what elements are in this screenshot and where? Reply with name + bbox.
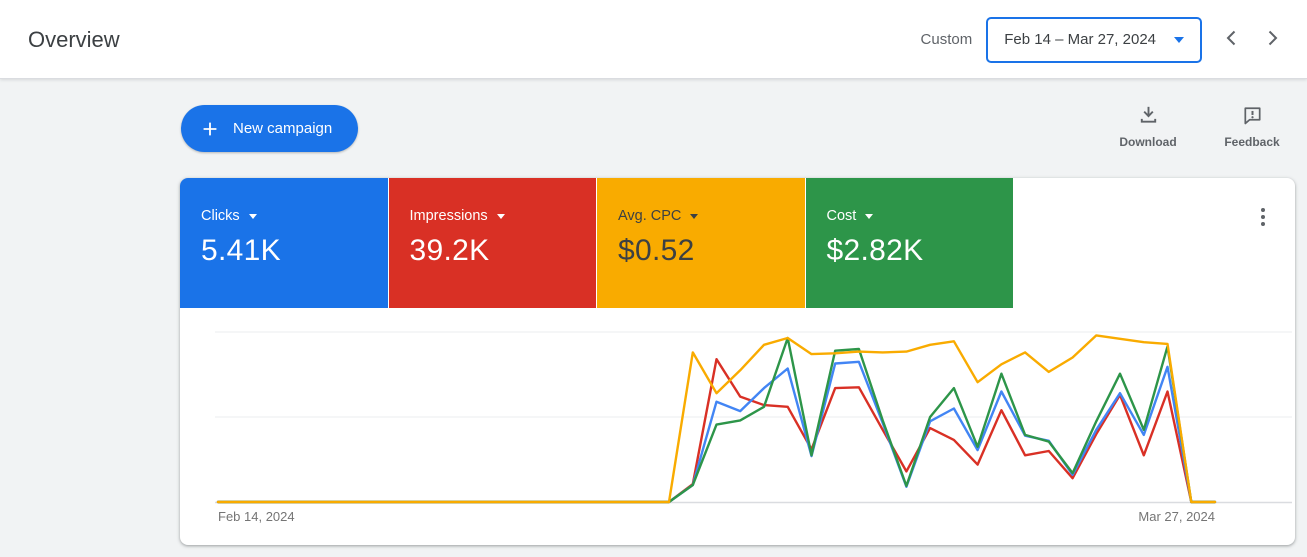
feedback-bubble-icon <box>1241 103 1264 129</box>
chevron-left-icon <box>1220 26 1244 53</box>
chart-series-group <box>216 334 1217 504</box>
card-actions: Download Feedback <box>1113 103 1287 149</box>
download-icon <box>1137 103 1160 129</box>
feedback-button[interactable]: Feedback <box>1217 103 1287 149</box>
date-range-controls: Custom Feb 14 – Mar 27, 2024 <box>921 0 1292 79</box>
next-period-button[interactable] <box>1252 20 1292 60</box>
feedback-label: Feedback <box>1224 135 1280 149</box>
download-label: Download <box>1119 135 1177 149</box>
new-campaign-button[interactable]: New campaign <box>181 105 359 152</box>
previous-period-button[interactable] <box>1212 20 1252 60</box>
range-type-label: Custom <box>920 31 973 48</box>
page-header: Overview Custom Feb 14 – Mar 27, 2024 <box>0 0 1307 79</box>
new-campaign-label: New campaign <box>233 120 333 137</box>
chart-line-clicks <box>216 360 1217 504</box>
chart-line-impressions <box>216 357 1217 504</box>
main-content: New campaign Download Feedback Clicks 5.… <box>0 79 1307 557</box>
x-axis-end-label: Mar 27, 2024 <box>1138 509 1215 524</box>
date-range-button[interactable]: Feb 14 – Mar 27, 2024 <box>986 16 1202 63</box>
download-button[interactable]: Download <box>1113 103 1183 149</box>
plus-icon <box>199 118 221 140</box>
overview-card: Clicks 5.41K Impressions 39.2K Avg. CPC … <box>180 178 1295 545</box>
caret-down-icon <box>1174 36 1184 43</box>
page-title: Overview <box>28 26 120 52</box>
date-range-value: Feb 14 – Mar 27, 2024 <box>1004 31 1156 48</box>
overview-chart-svg <box>215 331 1292 504</box>
x-axis-start-label: Feb 14, 2024 <box>218 509 295 524</box>
chevron-right-icon <box>1260 26 1284 53</box>
